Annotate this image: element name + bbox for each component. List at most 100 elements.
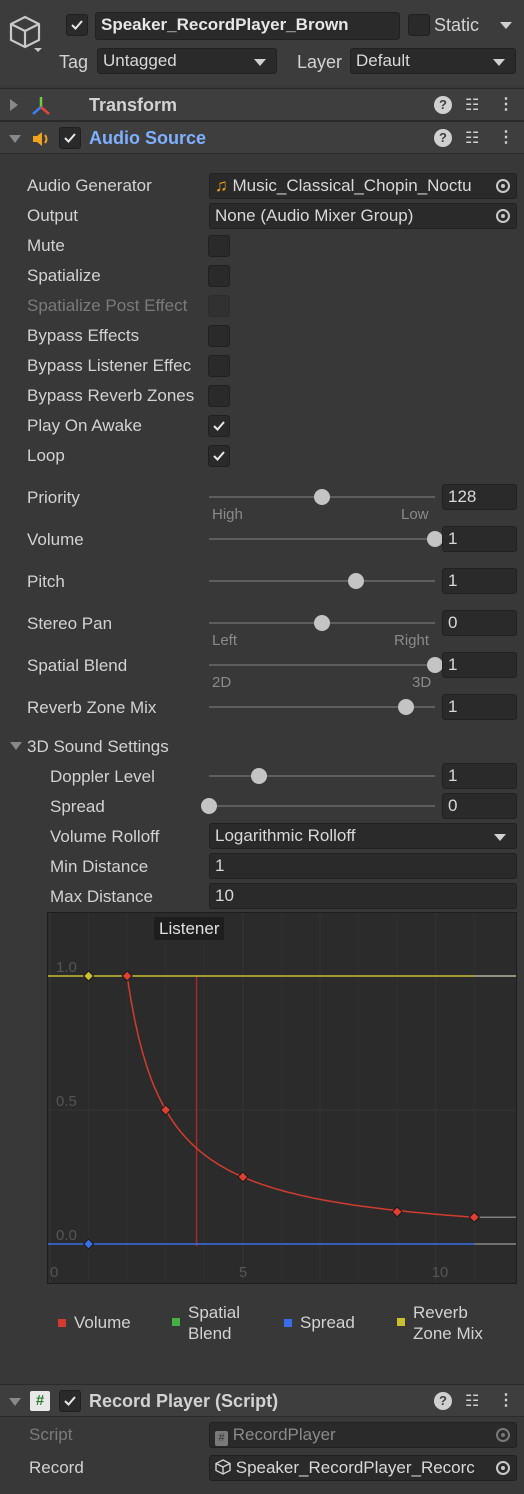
volume-slider-handle[interactable] — [427, 531, 443, 547]
object-name-field[interactable]: Speaker_RecordPlayer_Brown — [95, 12, 400, 40]
expand-arrow-icon[interactable] — [10, 99, 18, 111]
record-player-header[interactable]: # Record Player (Script) ? ☷ ⋮ — [0, 1384, 524, 1417]
stereo-pan-slider[interactable] — [209, 615, 435, 631]
more-menu-icon[interactable]: ⋮ — [498, 94, 514, 114]
help-icon[interactable]: ? — [434, 129, 452, 147]
active-checkbox[interactable] — [66, 14, 88, 36]
max-distance-input[interactable]: 10 — [209, 883, 517, 909]
audio-source-enabled-checkbox[interactable] — [59, 127, 81, 149]
loop-checkbox[interactable] — [208, 445, 230, 467]
bypass-listener-effects-checkbox[interactable] — [208, 355, 230, 377]
audio-generator-field[interactable]: ♫ Music_Classical_Chopin_Noctu — [209, 173, 517, 199]
spread-slider-handle[interactable] — [201, 798, 217, 814]
object-picker-icon — [496, 1428, 510, 1442]
tag-dropdown[interactable]: Untagged — [97, 48, 277, 74]
volume-slider[interactable] — [209, 531, 443, 547]
spatial-blend-label: Spatial Blend — [27, 656, 128, 675]
object-picker-icon[interactable] — [496, 209, 510, 223]
doppler-level-slider-handle[interactable] — [250, 768, 267, 784]
spread-input[interactable]: 0 — [442, 793, 517, 819]
script-file-icon: # — [215, 1431, 228, 1446]
preset-icon[interactable]: ☷ — [465, 128, 479, 148]
volume-input[interactable]: 1 — [442, 526, 517, 552]
legend-label: Spatial Blend — [188, 1302, 240, 1344]
preset-icon[interactable]: ☷ — [465, 1391, 479, 1411]
pitch-input[interactable]: 1 — [442, 568, 517, 594]
spatialize-checkbox[interactable] — [208, 265, 230, 287]
doppler-level-label: Doppler Level — [50, 767, 155, 786]
min-distance-input[interactable]: 1 — [209, 853, 517, 879]
speaker-icon — [31, 129, 51, 154]
reverb-zone-mix-slider-handle[interactable] — [397, 699, 414, 715]
legend-label: Volume — [74, 1312, 131, 1333]
cube-icon[interactable] — [8, 14, 42, 59]
min-distance-label: Min Distance — [50, 857, 149, 876]
play-on-awake-checkbox[interactable] — [208, 415, 230, 437]
object-picker-icon[interactable] — [496, 1461, 510, 1475]
spatial-blend-input[interactable]: 1 — [442, 652, 517, 678]
x-tick-label: 0 — [50, 1264, 58, 1281]
bypass-listener-effects-label: Bypass Listener Effec — [27, 356, 192, 375]
layer-dropdown[interactable]: Default — [350, 48, 516, 74]
volume-rolloff-dropdown[interactable]: Logarithmic Rolloff — [209, 823, 517, 849]
stereo-pan-label: Stereo Pan — [27, 614, 113, 633]
legend-label-line: Reverb — [413, 1303, 468, 1322]
help-icon[interactable]: ? — [434, 96, 452, 114]
help-icon[interactable]: ? — [434, 1392, 452, 1410]
rolloff-curve-panel[interactable]: 0.0 0.5 1.0 0 5 10 Listener — [47, 912, 517, 1284]
collapse-arrow-icon[interactable] — [9, 1398, 21, 1406]
chevron-down-icon — [493, 59, 505, 66]
spread-slider[interactable] — [201, 798, 435, 814]
reverb-zone-mix-slider[interactable] — [209, 699, 435, 715]
3d-sound-settings-title[interactable]: 3D Sound Settings — [27, 737, 169, 757]
mute-checkbox[interactable] — [208, 235, 230, 257]
stereo-pan-max-hint: Right — [394, 632, 430, 649]
static-checkbox[interactable] — [408, 14, 430, 36]
volume-keyframe — [121, 970, 133, 982]
spatial-blend-slider-handle[interactable] — [427, 657, 443, 673]
legend-label-line: Spread — [300, 1313, 355, 1332]
3d-sound-collapse-arrow-icon[interactable] — [10, 742, 22, 750]
transform-header[interactable]: Transform ? ☷ ⋮ — [0, 88, 524, 121]
spatial-blend-slider[interactable] — [209, 657, 443, 673]
rolloff-curve-chart[interactable]: 0.0 0.5 1.0 0 5 10 — [48, 913, 517, 1284]
stereo-pan-input[interactable]: 0 — [442, 610, 517, 636]
volume-label: Volume — [27, 530, 84, 549]
pitch-label: Pitch — [27, 572, 65, 591]
audio-source-header[interactable]: Audio Source ? ☷ ⋮ — [0, 121, 524, 154]
pitch-slider[interactable] — [209, 573, 435, 589]
priority-input[interactable]: 128 — [442, 484, 517, 510]
collapse-arrow-icon[interactable] — [9, 135, 21, 143]
y-tick-label: 1.0 — [56, 959, 77, 976]
doppler-level-input[interactable]: 1 — [442, 763, 517, 789]
record-value: Speaker_RecordPlayer_Recorc — [235, 1458, 475, 1477]
more-menu-icon[interactable]: ⋮ — [498, 127, 514, 147]
chevron-down-icon — [254, 59, 266, 66]
reverb-zone-mix-input[interactable]: 1 — [442, 694, 517, 720]
static-label: Static — [434, 15, 480, 35]
priority-slider[interactable] — [209, 489, 435, 505]
preset-icon[interactable]: ☷ — [465, 95, 479, 115]
record-player-enabled-checkbox[interactable] — [59, 1390, 81, 1412]
transform-title: Transform — [89, 95, 178, 115]
bypass-effects-checkbox[interactable] — [208, 325, 230, 347]
priority-slider-handle[interactable] — [314, 489, 330, 505]
bypass-reverb-zones-checkbox[interactable] — [208, 385, 230, 407]
music-note-icon: ♫ — [215, 176, 228, 195]
legend-label: Spread — [300, 1312, 355, 1333]
output-field[interactable]: None (Audio Mixer Group) — [209, 203, 517, 229]
pitch-slider-handle[interactable] — [347, 573, 364, 589]
doppler-level-slider[interactable] — [209, 768, 435, 784]
object-picker-icon[interactable] — [496, 179, 510, 193]
reverb-zone-mix-keyframe — [82, 970, 95, 982]
stereo-pan-slider-handle[interactable] — [314, 615, 330, 631]
play-on-awake-label: Play On Awake — [27, 416, 142, 435]
mute-label: Mute — [27, 236, 65, 255]
static-dropdown-arrow[interactable] — [500, 22, 512, 29]
volume-rolloff-value: Logarithmic Rolloff — [215, 826, 356, 845]
record-field[interactable]: Speaker_RecordPlayer_Recorc — [209, 1455, 517, 1481]
listener-label: Listener — [154, 917, 225, 940]
legend-label-line: Zone Mix — [413, 1324, 483, 1343]
more-menu-icon[interactable]: ⋮ — [498, 1390, 514, 1410]
x-tick-label: 10 — [432, 1264, 449, 1281]
